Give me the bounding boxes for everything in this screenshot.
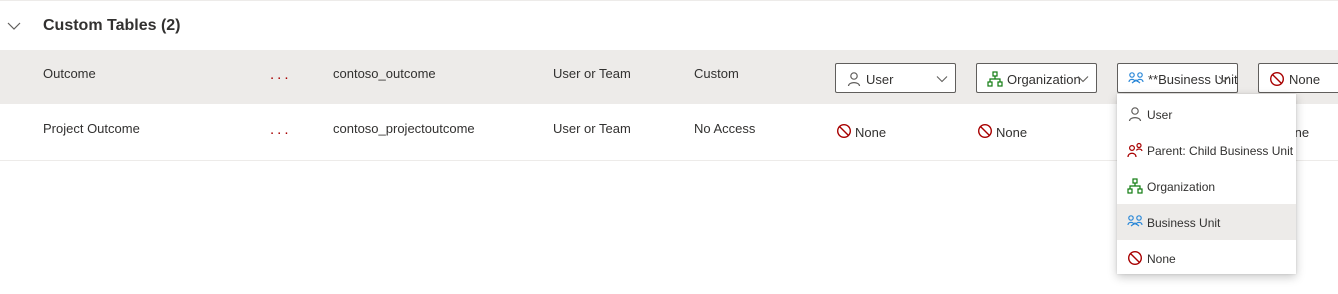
chevron-down-icon[interactable] (6, 18, 22, 34)
dropdown-value: Organization (1007, 72, 1081, 87)
privilege-dropdown-business-unit[interactable]: **Business Unit (1117, 63, 1238, 93)
section-header: Custom Tables (2) (0, 0, 1338, 52)
more-options-button[interactable]: ... (270, 121, 292, 138)
privilege-cell[interactable]: None (836, 123, 896, 141)
menu-item-none[interactable]: None (1117, 240, 1296, 276)
none-icon (836, 123, 852, 139)
chevron-down-icon (1077, 76, 1089, 83)
menu-item-label: Organization (1147, 180, 1216, 194)
business-unit-icon (1127, 215, 1143, 227)
parent-child-business-unit-icon (1127, 142, 1143, 158)
dropdown-value: User (866, 72, 894, 87)
chevron-down-icon (936, 76, 948, 83)
menu-item-label: Parent: Child Business Unit (1147, 144, 1294, 158)
menu-item-parent-child-business-unit[interactable]: Parent: Child Business Unit (1117, 132, 1296, 168)
none-icon (977, 123, 993, 139)
table-type: Custom (694, 66, 739, 81)
privilege-dropdown-user[interactable]: User (835, 63, 956, 93)
ownership-type: User or Team (553, 121, 631, 136)
dropdown-value: None (1289, 72, 1321, 87)
none-icon (1127, 250, 1143, 266)
section-title: Custom Tables (2) (43, 17, 181, 34)
menu-item-label: Business Unit (1147, 216, 1221, 230)
chevron-down-icon (1218, 76, 1230, 83)
business-unit-icon (1128, 72, 1144, 84)
ownership-type: User or Team (553, 66, 631, 81)
more-options-button[interactable]: ... (270, 66, 292, 83)
table-type: No Access (694, 121, 756, 136)
privilege-value: None (855, 125, 887, 140)
privilege-dropdown-organization[interactable]: Organization (976, 63, 1097, 93)
menu-item-business-unit[interactable]: Business Unit (1117, 204, 1296, 240)
menu-item-label: None (1147, 252, 1176, 266)
organization-icon (1127, 178, 1143, 194)
privilege-dropdown-menu: User Parent: Child Business Unit Organiz… (1117, 94, 1296, 274)
privilege-dropdown-none[interactable]: None (1258, 63, 1338, 93)
logical-name: contoso_outcome (333, 66, 436, 81)
menu-item-organization[interactable]: Organization (1117, 168, 1296, 204)
privilege-value: None (996, 125, 1028, 140)
user-icon (847, 72, 861, 87)
logical-name: contoso_projectoutcome (333, 121, 475, 136)
privilege-cell[interactable]: None (977, 123, 1037, 141)
table-name[interactable]: Outcome (43, 66, 96, 81)
organization-icon (987, 71, 1003, 87)
menu-item-user[interactable]: User (1117, 96, 1296, 132)
table-name[interactable]: Project Outcome (43, 121, 140, 136)
menu-item-label: User (1147, 108, 1173, 122)
user-icon (1128, 107, 1142, 122)
none-icon (1269, 71, 1285, 87)
